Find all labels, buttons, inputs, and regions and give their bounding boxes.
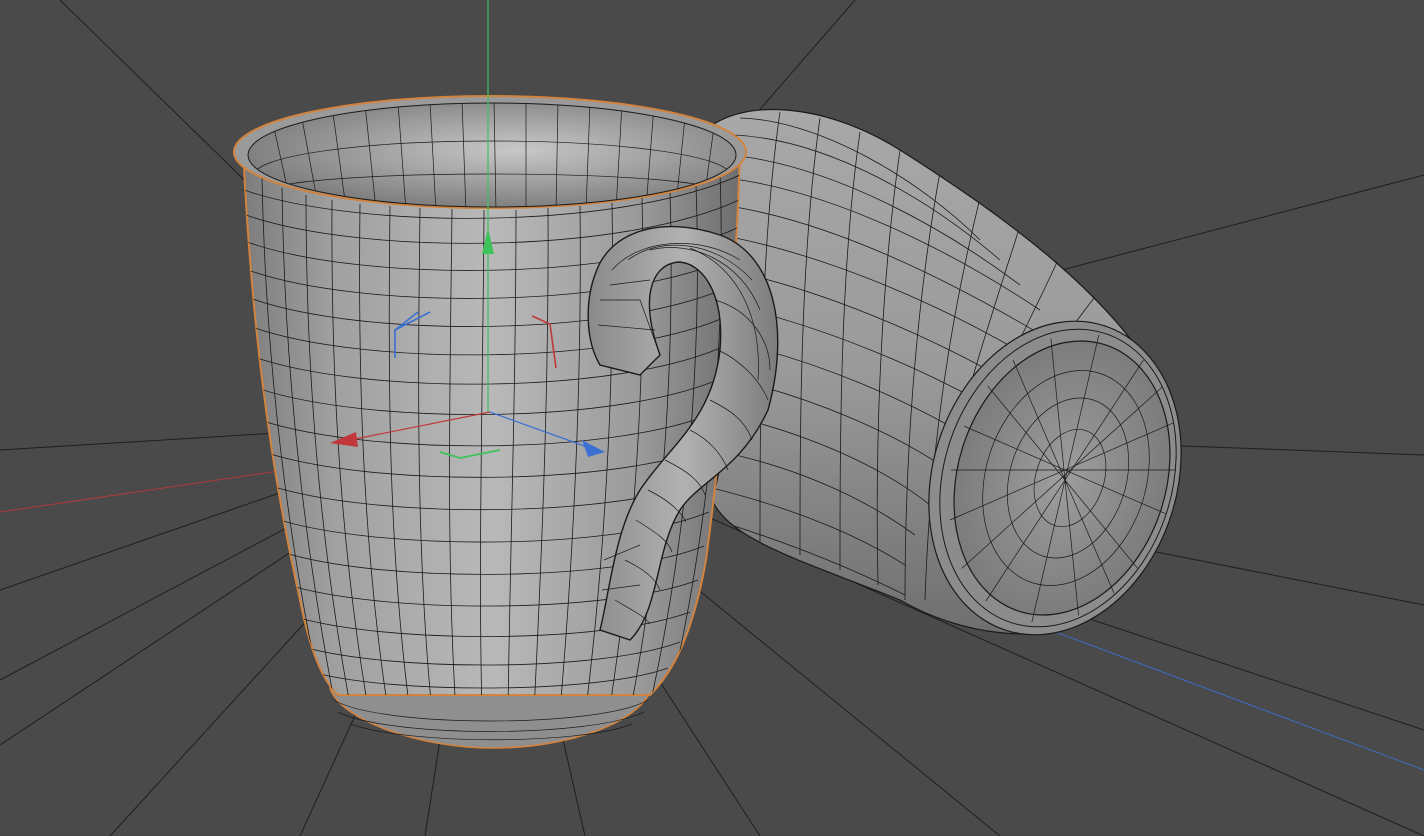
- viewport-canvas[interactable]: [0, 0, 1424, 836]
- mug-standing[interactable]: [233, 95, 779, 749]
- mug-lying[interactable]: [705, 109, 1220, 668]
- mug-standing-opening: [247, 102, 737, 208]
- 3d-viewport[interactable]: [0, 0, 1424, 836]
- mug-standing-foot: [328, 687, 654, 749]
